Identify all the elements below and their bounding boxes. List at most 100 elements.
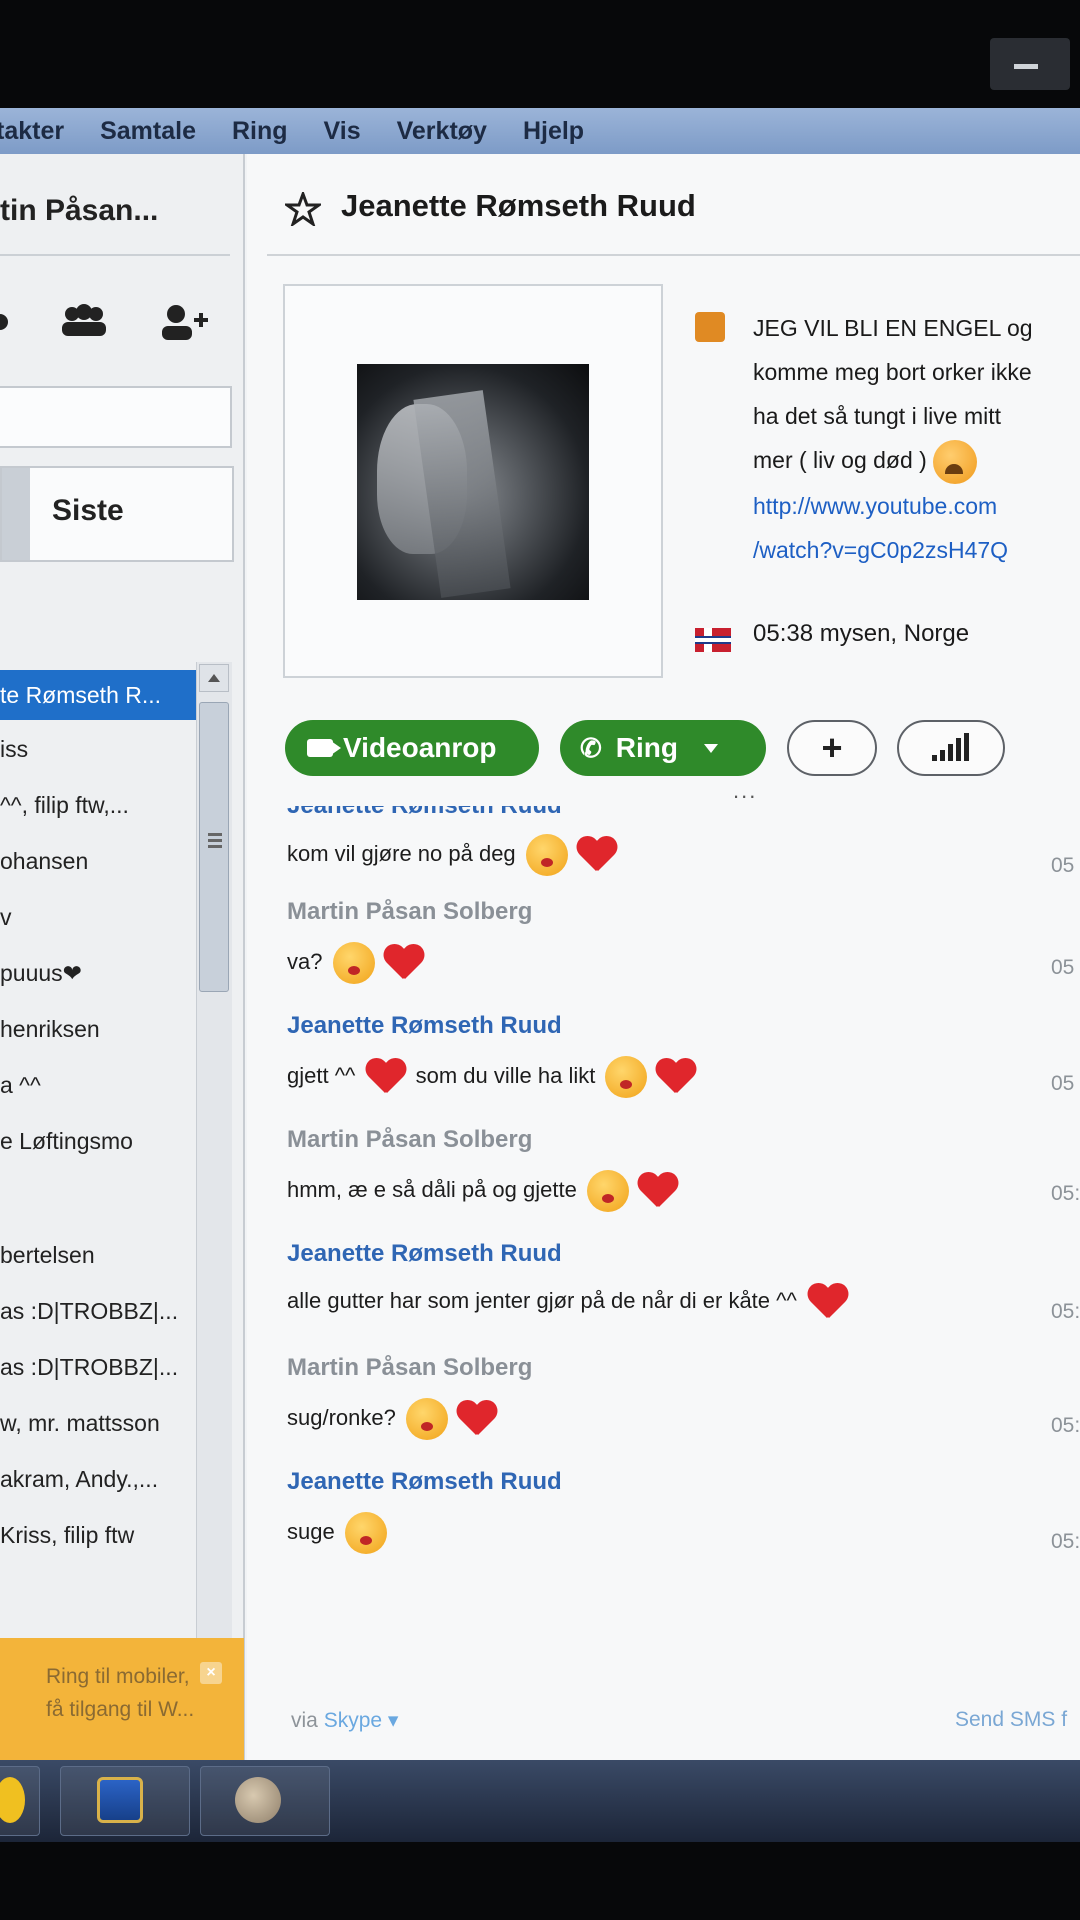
list-item[interactable]: as :D|TROBBZ|...	[0, 1342, 196, 1392]
add-button[interactable]: +	[787, 720, 877, 776]
tab-recent[interactable]: Siste	[52, 494, 124, 528]
message-text: hmm, æ e så dåli på og gjette	[287, 1170, 681, 1212]
message-sender: Martin Påsan Solberg	[287, 898, 533, 925]
promo-text: Ring til mobiler, få tilgang til W...	[46, 1665, 195, 1721]
mood-line: JEG VIL BLI EN ENGEL og	[753, 315, 1033, 341]
message-text: suge	[287, 1512, 391, 1554]
divider	[0, 254, 230, 256]
service-selector[interactable]: Skype	[324, 1709, 382, 1732]
list-item[interactable]: e Løftingsmo	[0, 1116, 196, 1166]
heart-icon	[365, 1059, 405, 1095]
scroll-thumb[interactable]	[199, 702, 229, 992]
taskbar-item[interactable]	[0, 1766, 40, 1836]
group-icon[interactable]	[58, 304, 110, 340]
mood-message: JEG VIL BLI EN ENGEL og komme meg bort o…	[753, 306, 1073, 572]
star-icon[interactable]	[285, 192, 321, 226]
grip-icon	[208, 833, 222, 836]
mood-link[interactable]: /watch?v=gC0p2zsH47Q	[753, 528, 1073, 572]
list-item[interactable]: akram, Andy.,...	[0, 1454, 196, 1504]
mood-line-last: mer ( liv og død )	[753, 438, 1073, 484]
call-mobiles-promo[interactable]: Ring til mobiler, få tilgang til W... ×	[0, 1638, 244, 1760]
menu-conversation[interactable]: Samtale	[100, 117, 196, 146]
list-item[interactable]: ^^, filip ftw,...	[0, 780, 196, 830]
message-body: kom vil gjøre no på deg	[287, 840, 516, 866]
call-label: Ring	[615, 732, 679, 763]
message-text: gjett ^^ som du ville ha likt	[287, 1056, 699, 1098]
my-profile-name[interactable]: tin Påsan...	[0, 194, 158, 228]
kiss-emoji-icon	[332, 942, 375, 984]
taskbar-item[interactable]	[200, 1766, 330, 1836]
profile-picture[interactable]	[357, 364, 589, 600]
close-icon[interactable]: ×	[200, 1662, 222, 1684]
mood-link[interactable]: http://www.youtube.com	[753, 484, 1073, 528]
sad-emoji-icon	[933, 439, 978, 484]
message-time: 05:	[1051, 1300, 1080, 1323]
menu-view[interactable]: Vis	[324, 117, 361, 146]
message-body: va?	[287, 948, 323, 974]
menu-contacts[interactable]: takter	[0, 117, 64, 146]
via-label: via	[291, 1709, 318, 1732]
list-item[interactable]: te Rømseth R...	[0, 670, 196, 720]
message-time: 05	[1051, 854, 1075, 877]
heart-icon	[576, 837, 616, 873]
chevron-down-icon[interactable]	[704, 743, 719, 753]
local-time-location: 05:38 mysen, Norge	[753, 620, 970, 647]
photo-hair	[413, 390, 511, 598]
mood-line: ha det så tungt i live mitt	[753, 403, 1002, 429]
contact-scrollbar[interactable]: ▾	[196, 662, 232, 1672]
contact-list: te Rømseth R... iss ^^, filip ftw,... oh…	[0, 670, 200, 1680]
list-item[interactable]: henriksen	[0, 1004, 196, 1054]
partial-icon[interactable]	[0, 304, 10, 334]
add-contact-icon[interactable]	[158, 304, 210, 344]
monitor-bezel-bottom	[0, 1842, 1080, 1920]
scroll-up-icon[interactable]	[199, 664, 229, 692]
message-body: hmm, æ e så dåli på og gjette	[287, 1176, 577, 1202]
list-item[interactable]: w, mr. mattsson	[0, 1398, 196, 1448]
list-item[interactable]: ohansen	[0, 836, 196, 886]
minimize-button[interactable]	[990, 38, 1070, 90]
menu-call[interactable]: Ring	[232, 117, 288, 146]
more-options-icon[interactable]: ...	[733, 778, 757, 804]
kiss-emoji-icon	[344, 1512, 387, 1554]
divider	[267, 254, 1080, 256]
send-sms-link[interactable]: Send SMS f	[955, 1708, 1067, 1732]
list-item[interactable]: as :D|TROBBZ|...	[0, 1286, 196, 1336]
heart-icon	[807, 1284, 847, 1320]
menu-bar: takter Samtale Ring Vis Verktøy Hjelp	[0, 108, 1080, 154]
taskbar	[0, 1760, 1080, 1842]
message-sender: Jeanette Rømseth Ruud	[287, 806, 562, 820]
kiss-emoji-icon	[605, 1056, 648, 1098]
message-time: 05	[1051, 1072, 1075, 1095]
message-sender: Martin Påsan Solberg	[287, 1126, 533, 1153]
list-item[interactable]: a ^^	[0, 1060, 196, 1110]
list-item[interactable]: iss	[0, 724, 196, 774]
video-call-label: Videoanrop	[343, 732, 497, 763]
list-item[interactable]: v	[0, 892, 196, 942]
contact-tabs: Siste	[0, 466, 234, 562]
message-text: sug/ronke?	[287, 1398, 500, 1440]
mood-message-icon	[695, 312, 725, 342]
search-input[interactable]	[0, 386, 232, 448]
taskbar-item[interactable]	[60, 1766, 190, 1836]
tab-contacts[interactable]	[2, 468, 30, 560]
league-icon	[97, 1777, 143, 1823]
mood-line: komme meg bort orker ikke	[753, 359, 1032, 385]
video-call-button[interactable]: Videoanrop	[285, 720, 539, 776]
menu-tools[interactable]: Verktøy	[397, 117, 487, 146]
call-quality-button[interactable]	[897, 720, 1005, 776]
smile-emoji-icon	[405, 1398, 448, 1440]
list-item[interactable]	[0, 1172, 196, 1222]
message-sender: Jeanette Rømseth Ruud	[287, 1240, 562, 1267]
message-text: kom vil gjøre no på deg	[287, 834, 620, 876]
heart-icon	[383, 945, 423, 981]
list-item[interactable]: puuus❤	[0, 948, 196, 998]
menu-help[interactable]: Hjelp	[523, 117, 584, 146]
message-text: va?	[287, 942, 427, 984]
chevron-down-icon[interactable]: ▾	[388, 1709, 399, 1732]
call-button[interactable]: ✆ Ring	[560, 720, 766, 776]
camera-icon	[307, 739, 333, 757]
list-item[interactable]: Kriss, filip ftw	[0, 1510, 196, 1560]
message-time: 05	[1051, 956, 1075, 979]
app-icon	[0, 1777, 25, 1823]
list-item[interactable]: bertelsen	[0, 1230, 196, 1280]
